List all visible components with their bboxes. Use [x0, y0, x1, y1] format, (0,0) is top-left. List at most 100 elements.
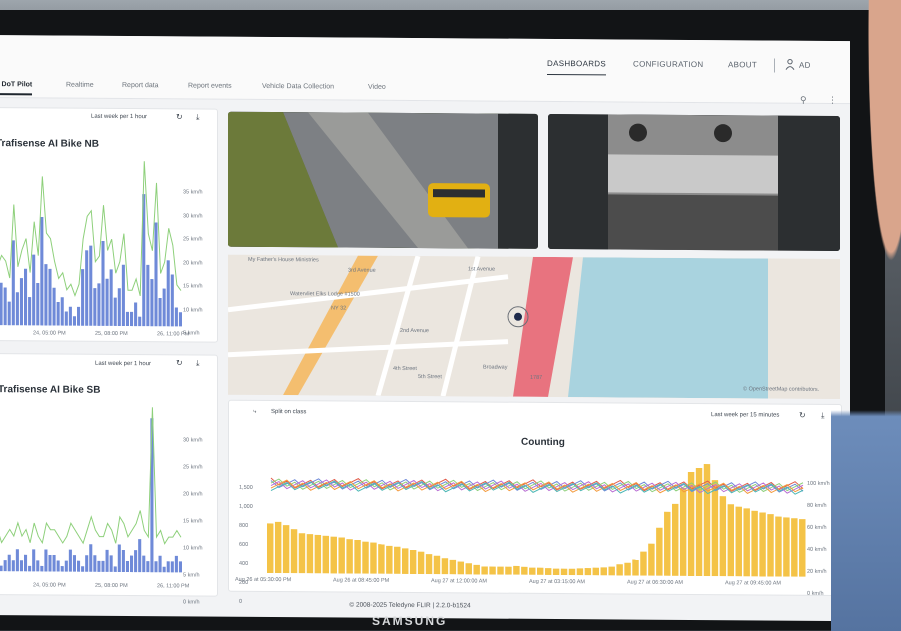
- refresh-icon[interactable]: ↻: [176, 358, 183, 367]
- bar: [72, 555, 77, 572]
- bar: [178, 312, 183, 327]
- user-icon[interactable]: [785, 58, 795, 71]
- y-tick-label: 0 km/h: [807, 590, 824, 597]
- count-bar: [481, 566, 488, 575]
- download-icon[interactable]: ⤓: [821, 411, 825, 421]
- bar: [68, 306, 72, 326]
- count-bar: [274, 521, 282, 574]
- bar: [117, 544, 121, 572]
- bike-sb-title: Trafisense AI Bike SB: [0, 384, 101, 396]
- count-bar: [473, 564, 480, 575]
- camera-feed-2[interactable]: [548, 113, 840, 252]
- bar: [89, 544, 93, 572]
- bar: [24, 268, 28, 326]
- y-tick-label: 600: [239, 541, 249, 548]
- bar: [109, 269, 113, 326]
- count-bar: [711, 480, 719, 577]
- count-bar: [648, 543, 655, 576]
- bar: [3, 560, 7, 572]
- count-bar: [537, 567, 544, 575]
- bar: [130, 311, 134, 327]
- nav-dashboards[interactable]: DASHBOARDS: [547, 58, 607, 76]
- bar: [113, 566, 117, 572]
- bar: [24, 554, 28, 572]
- bar: [138, 539, 142, 573]
- count-bar: [656, 527, 663, 576]
- count-bar: [576, 568, 584, 576]
- bar: [11, 560, 15, 572]
- bar: [154, 561, 158, 573]
- user-name[interactable]: AD: [799, 61, 811, 70]
- x-tick-label: 26, 11:00 PM: [157, 583, 190, 590]
- bike-nb-range[interactable]: Last week per 1 hour: [91, 114, 147, 120]
- x-tick-label: 25, 08:00 PM: [95, 582, 128, 590]
- x-tick-label: 26, 11:00 PM: [157, 331, 190, 338]
- bar: [44, 264, 48, 326]
- tab-report-data[interactable]: Report data: [122, 82, 159, 89]
- counting-range[interactable]: Last week per 15 minutes: [711, 412, 779, 418]
- refresh-icon[interactable]: ↻: [176, 112, 183, 121]
- bar: [64, 560, 68, 572]
- count-bar: [354, 540, 361, 574]
- bar: [101, 560, 105, 572]
- y-tick-label: 80 km/h: [807, 502, 827, 509]
- settings-icon[interactable]: ⚲: [800, 95, 807, 106]
- bar: [19, 560, 23, 572]
- count-bar: [441, 558, 449, 575]
- share-icon[interactable]: ⤷: [253, 409, 256, 416]
- count-bar: [425, 554, 433, 575]
- refresh-icon[interactable]: ↻: [799, 411, 806, 420]
- tab-report-events[interactable]: Report events: [188, 82, 232, 89]
- count-bar: [568, 568, 576, 576]
- count-bar: [767, 514, 774, 577]
- count-bar: [735, 506, 742, 577]
- bar: [77, 306, 81, 326]
- tab-vehicle-data-collection[interactable]: Vehicle Data Collection: [262, 83, 334, 91]
- map-panel[interactable]: My Father's House Ministries Watervliet …: [228, 254, 840, 400]
- bar: [105, 278, 109, 326]
- map-label: NY 32: [331, 305, 347, 312]
- count-bar: [298, 533, 306, 574]
- y-tick-label: 20 km/h: [807, 568, 827, 575]
- count-bar: [672, 503, 679, 576]
- tab-video[interactable]: Video: [368, 84, 386, 91]
- nav-about[interactable]: ABOUT: [728, 60, 757, 69]
- bar: [125, 561, 130, 573]
- map-label: 1787: [530, 374, 543, 381]
- bar: [174, 555, 178, 573]
- bar: [166, 260, 170, 327]
- bar: [15, 292, 19, 326]
- download-icon[interactable]: ⤓: [196, 359, 200, 369]
- y-tick-label: 10 km/h: [183, 306, 203, 314]
- screen: DASHBOARDS CONFIGURATION ABOUT AD NY DoT…: [0, 34, 850, 622]
- count-bar: [322, 535, 330, 574]
- count-bar: [362, 541, 369, 574]
- bar: [40, 216, 44, 326]
- count-bar: [346, 539, 353, 574]
- bike-nb-title: Trafisense AI Bike NB: [0, 138, 100, 150]
- tab-realtime[interactable]: Realtime: [66, 82, 94, 89]
- tab-ny-dot-pilot[interactable]: NY DoT Pilot: [0, 81, 33, 96]
- y-tick-label: 15 km/h: [183, 518, 203, 525]
- bike-nb-card: Last week per 1 hour ↻ ⤓ Trafisense AI B…: [0, 106, 218, 360]
- x-tick-label: 24, 05:00 PM: [33, 582, 66, 589]
- count-bar: [282, 525, 290, 574]
- y-tick-label: 30 km/h: [183, 212, 203, 220]
- top-navigation: DASHBOARDS CONFIGURATION ABOUT AD NY DoT…: [0, 34, 850, 106]
- download-icon[interactable]: ⤓: [196, 113, 200, 123]
- count-bar: [409, 549, 417, 575]
- bar: [121, 264, 125, 327]
- bar: [56, 301, 60, 326]
- count-bar: [719, 496, 727, 577]
- count-bar: [378, 544, 385, 574]
- nav-configuration[interactable]: CONFIGURATION: [633, 60, 703, 69]
- split-on-class[interactable]: Split on class: [271, 409, 306, 415]
- bar: [0, 282, 3, 326]
- camera-feed-1[interactable]: [228, 111, 538, 249]
- bar: [134, 302, 138, 327]
- y-tick-label: 1,500: [239, 484, 253, 491]
- count-bar: [402, 548, 409, 574]
- bike-sb-range[interactable]: Last week per 1 hour: [95, 361, 151, 367]
- count-bar: [640, 551, 647, 576]
- bar: [44, 549, 48, 572]
